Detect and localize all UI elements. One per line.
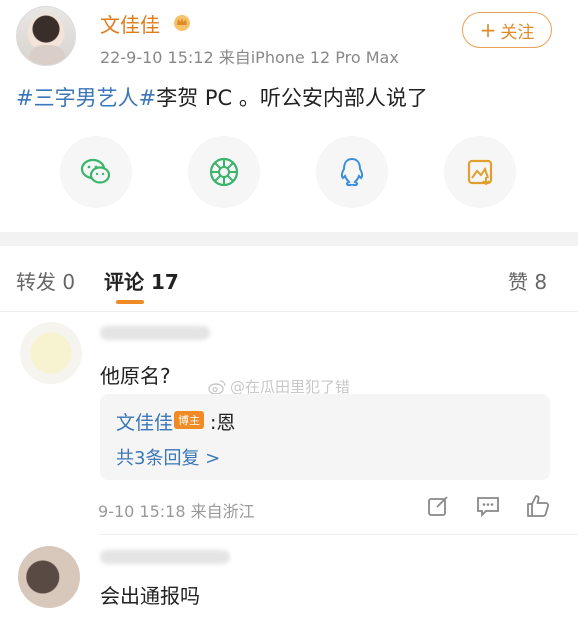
share-wechat-button[interactable] bbox=[60, 136, 132, 208]
thumbs-up-icon bbox=[527, 495, 550, 517]
follow-label: 关注 bbox=[500, 22, 535, 43]
share-edit-icon bbox=[428, 496, 448, 516]
comment-meta: 9-10 15:18 来自浙江 bbox=[98, 502, 255, 521]
author-badge: 博主 bbox=[174, 411, 204, 429]
post-header: 文佳佳 22-9-10 15:12 来自iPhone 12 Pro Max + … bbox=[0, 0, 578, 70]
save-image-button[interactable] bbox=[444, 136, 516, 208]
qq-icon bbox=[340, 157, 364, 187]
view-replies-link[interactable]: 共3条回复 > bbox=[116, 444, 220, 470]
post-meta: 22-9-10 15:12 来自iPhone 12 Pro Max bbox=[100, 48, 399, 67]
moments-icon bbox=[209, 157, 239, 187]
tab-likes[interactable]: 赞 8 bbox=[508, 266, 547, 295]
like-comment-button[interactable] bbox=[524, 492, 552, 520]
repost-comment-button[interactable] bbox=[424, 492, 452, 520]
post-text-body: 李贺 PC 。听公安内部人说了 bbox=[156, 86, 428, 110]
comment-icon bbox=[477, 497, 499, 518]
interaction-tabs: 转发 0 评论 17 赞 8 bbox=[0, 246, 578, 312]
reply-text: :恩 bbox=[210, 412, 236, 434]
comment-text: 会出通报吗 bbox=[100, 584, 200, 608]
wechat-icon bbox=[80, 158, 111, 184]
tab-comments[interactable]: 评论 17 bbox=[104, 266, 179, 295]
share-moments-button[interactable] bbox=[188, 136, 260, 208]
hashtag-link[interactable]: #三字男艺人# bbox=[16, 86, 156, 110]
weibo-icon bbox=[208, 379, 226, 395]
comment-text: 他原名? bbox=[100, 364, 171, 388]
save-image-icon bbox=[467, 159, 493, 186]
reply-preview[interactable]: 文佳佳 博主 :恩 共3条回复 > bbox=[100, 394, 550, 480]
tab-repost[interactable]: 转发 0 bbox=[16, 266, 75, 295]
commenter-avatar[interactable] bbox=[20, 322, 82, 384]
author-username[interactable]: 文佳佳 bbox=[100, 9, 160, 38]
post-text: #三字男艺人#李贺 PC 。听公安内部人说了 bbox=[16, 82, 428, 112]
share-qq-button[interactable] bbox=[316, 136, 388, 208]
share-row bbox=[60, 136, 540, 208]
active-tab-indicator bbox=[116, 300, 144, 304]
reply-comment-button[interactable] bbox=[474, 492, 502, 520]
plus-icon: + bbox=[479, 18, 497, 42]
vip-crown-icon bbox=[174, 15, 190, 31]
comment-divider bbox=[98, 534, 578, 535]
redacted-username bbox=[100, 326, 210, 340]
reply-author[interactable]: 文佳佳 bbox=[116, 408, 173, 435]
section-divider bbox=[0, 232, 578, 246]
commenter-avatar[interactable] bbox=[18, 546, 80, 608]
redacted-username bbox=[100, 550, 230, 564]
author-avatar[interactable] bbox=[16, 6, 76, 66]
tabs-border bbox=[0, 311, 578, 312]
follow-button[interactable]: + 关注 bbox=[462, 12, 552, 48]
